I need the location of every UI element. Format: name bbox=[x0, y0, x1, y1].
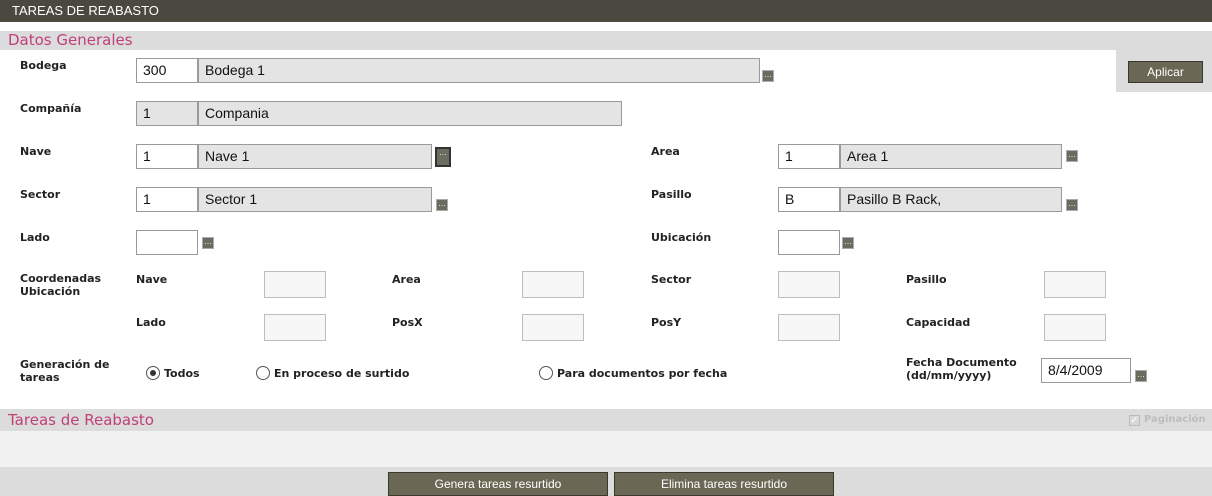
datos-generales-header: Datos Generales bbox=[0, 31, 1212, 50]
coord-posy-label: PosY bbox=[651, 316, 682, 329]
lado-lookup-button[interactable]: … bbox=[202, 237, 214, 249]
coord-nave-label: Nave bbox=[136, 273, 168, 286]
coordenadas-label: Coordenadas Ubicación bbox=[20, 272, 102, 298]
genera-tareas-button[interactable]: Genera tareas resurtido bbox=[388, 472, 608, 496]
sector-name-field: Sector 1 bbox=[198, 187, 432, 212]
coord-sector-field bbox=[778, 271, 840, 298]
window-title-bar: TAREAS DE REABASTO bbox=[0, 0, 1212, 22]
coord-area-label: Area bbox=[392, 273, 421, 286]
tareas-header: Tareas de Reabasto ✓ Paginación bbox=[0, 409, 1212, 431]
pasillo-lookup-button[interactable]: … bbox=[1066, 199, 1078, 211]
radio-por-fecha[interactable] bbox=[539, 366, 553, 380]
datos-generales-title: Datos Generales bbox=[8, 31, 133, 49]
coord-lado-field bbox=[264, 314, 326, 341]
pasillo-name-field: Pasillo B Rack, bbox=[840, 187, 1062, 212]
radio-por-fecha-label[interactable]: Para documentos por fecha bbox=[557, 367, 727, 380]
coord-nave-field bbox=[264, 271, 326, 298]
fecha-calendar-button[interactable]: … bbox=[1135, 370, 1147, 382]
area-lookup-button[interactable]: … bbox=[1066, 150, 1078, 162]
sector-code-input[interactable]: 1 bbox=[136, 187, 198, 212]
nave-label: Nave bbox=[20, 145, 52, 158]
lado-label: Lado bbox=[20, 231, 50, 244]
coord-pasillo-label: Pasillo bbox=[906, 273, 947, 286]
radio-en-proceso-label[interactable]: En proceso de surtido bbox=[274, 367, 409, 380]
coord-area-field bbox=[522, 271, 584, 298]
coord-posx-label: PosX bbox=[392, 316, 423, 329]
nave-code-input[interactable]: 1 bbox=[136, 144, 198, 169]
coord-capacidad-label: Capacidad bbox=[906, 316, 971, 329]
coord-posx-field bbox=[522, 314, 584, 341]
coord-posy-field bbox=[778, 314, 840, 341]
ubicacion-lookup-button[interactable]: … bbox=[842, 237, 854, 249]
aplicar-button[interactable]: Aplicar bbox=[1128, 61, 1203, 83]
fecha-documento-input[interactable]: 8/4/2009 bbox=[1041, 358, 1131, 383]
elimina-tareas-button[interactable]: Elimina tareas resurtido bbox=[614, 472, 834, 496]
coord-pasillo-field bbox=[1044, 271, 1106, 298]
nave-lookup-button[interactable]: … bbox=[435, 147, 451, 167]
bodega-lookup-button[interactable]: … bbox=[762, 70, 774, 82]
sector-lookup-button[interactable]: … bbox=[436, 199, 448, 211]
paginacion-checkbox[interactable]: ✓ bbox=[1129, 415, 1140, 426]
radio-todos[interactable] bbox=[146, 366, 160, 380]
paginacion-label: Paginación bbox=[1144, 414, 1206, 425]
coord-sector-label: Sector bbox=[651, 273, 692, 286]
ubicacion-input[interactable] bbox=[778, 230, 840, 255]
window-title: TAREAS DE REABASTO bbox=[12, 3, 159, 18]
bodega-code-input[interactable]: 300 bbox=[136, 58, 198, 83]
coord-lado-label: Lado bbox=[136, 316, 166, 329]
ubicacion-label: Ubicación bbox=[651, 231, 712, 244]
pasillo-label: Pasillo bbox=[651, 188, 692, 201]
bodega-label: Bodega bbox=[20, 59, 67, 72]
compania-label: Compañía bbox=[20, 102, 82, 115]
coord-capacidad-field bbox=[1044, 314, 1106, 341]
pasillo-code-input[interactable]: B bbox=[778, 187, 840, 212]
nave-name-field: Nave 1 bbox=[198, 144, 432, 169]
compania-name-field: Compania bbox=[198, 101, 622, 126]
fecha-documento-label: Fecha Documento (dd/mm/yyyy) bbox=[906, 356, 1017, 382]
bodega-name-field: Bodega 1 bbox=[198, 58, 760, 83]
sector-label: Sector bbox=[20, 188, 61, 201]
compania-code-field: 1 bbox=[136, 101, 198, 126]
tareas-grid bbox=[0, 431, 1212, 467]
lado-input[interactable] bbox=[136, 230, 198, 255]
area-name-field: Area 1 bbox=[840, 144, 1062, 169]
area-label: Area bbox=[651, 145, 680, 158]
radio-todos-label[interactable]: Todos bbox=[164, 367, 200, 380]
area-code-input[interactable]: 1 bbox=[778, 144, 840, 169]
generacion-label: Generación de tareas bbox=[20, 358, 110, 384]
radio-en-proceso[interactable] bbox=[256, 366, 270, 380]
tareas-title: Tareas de Reabasto bbox=[8, 411, 154, 429]
